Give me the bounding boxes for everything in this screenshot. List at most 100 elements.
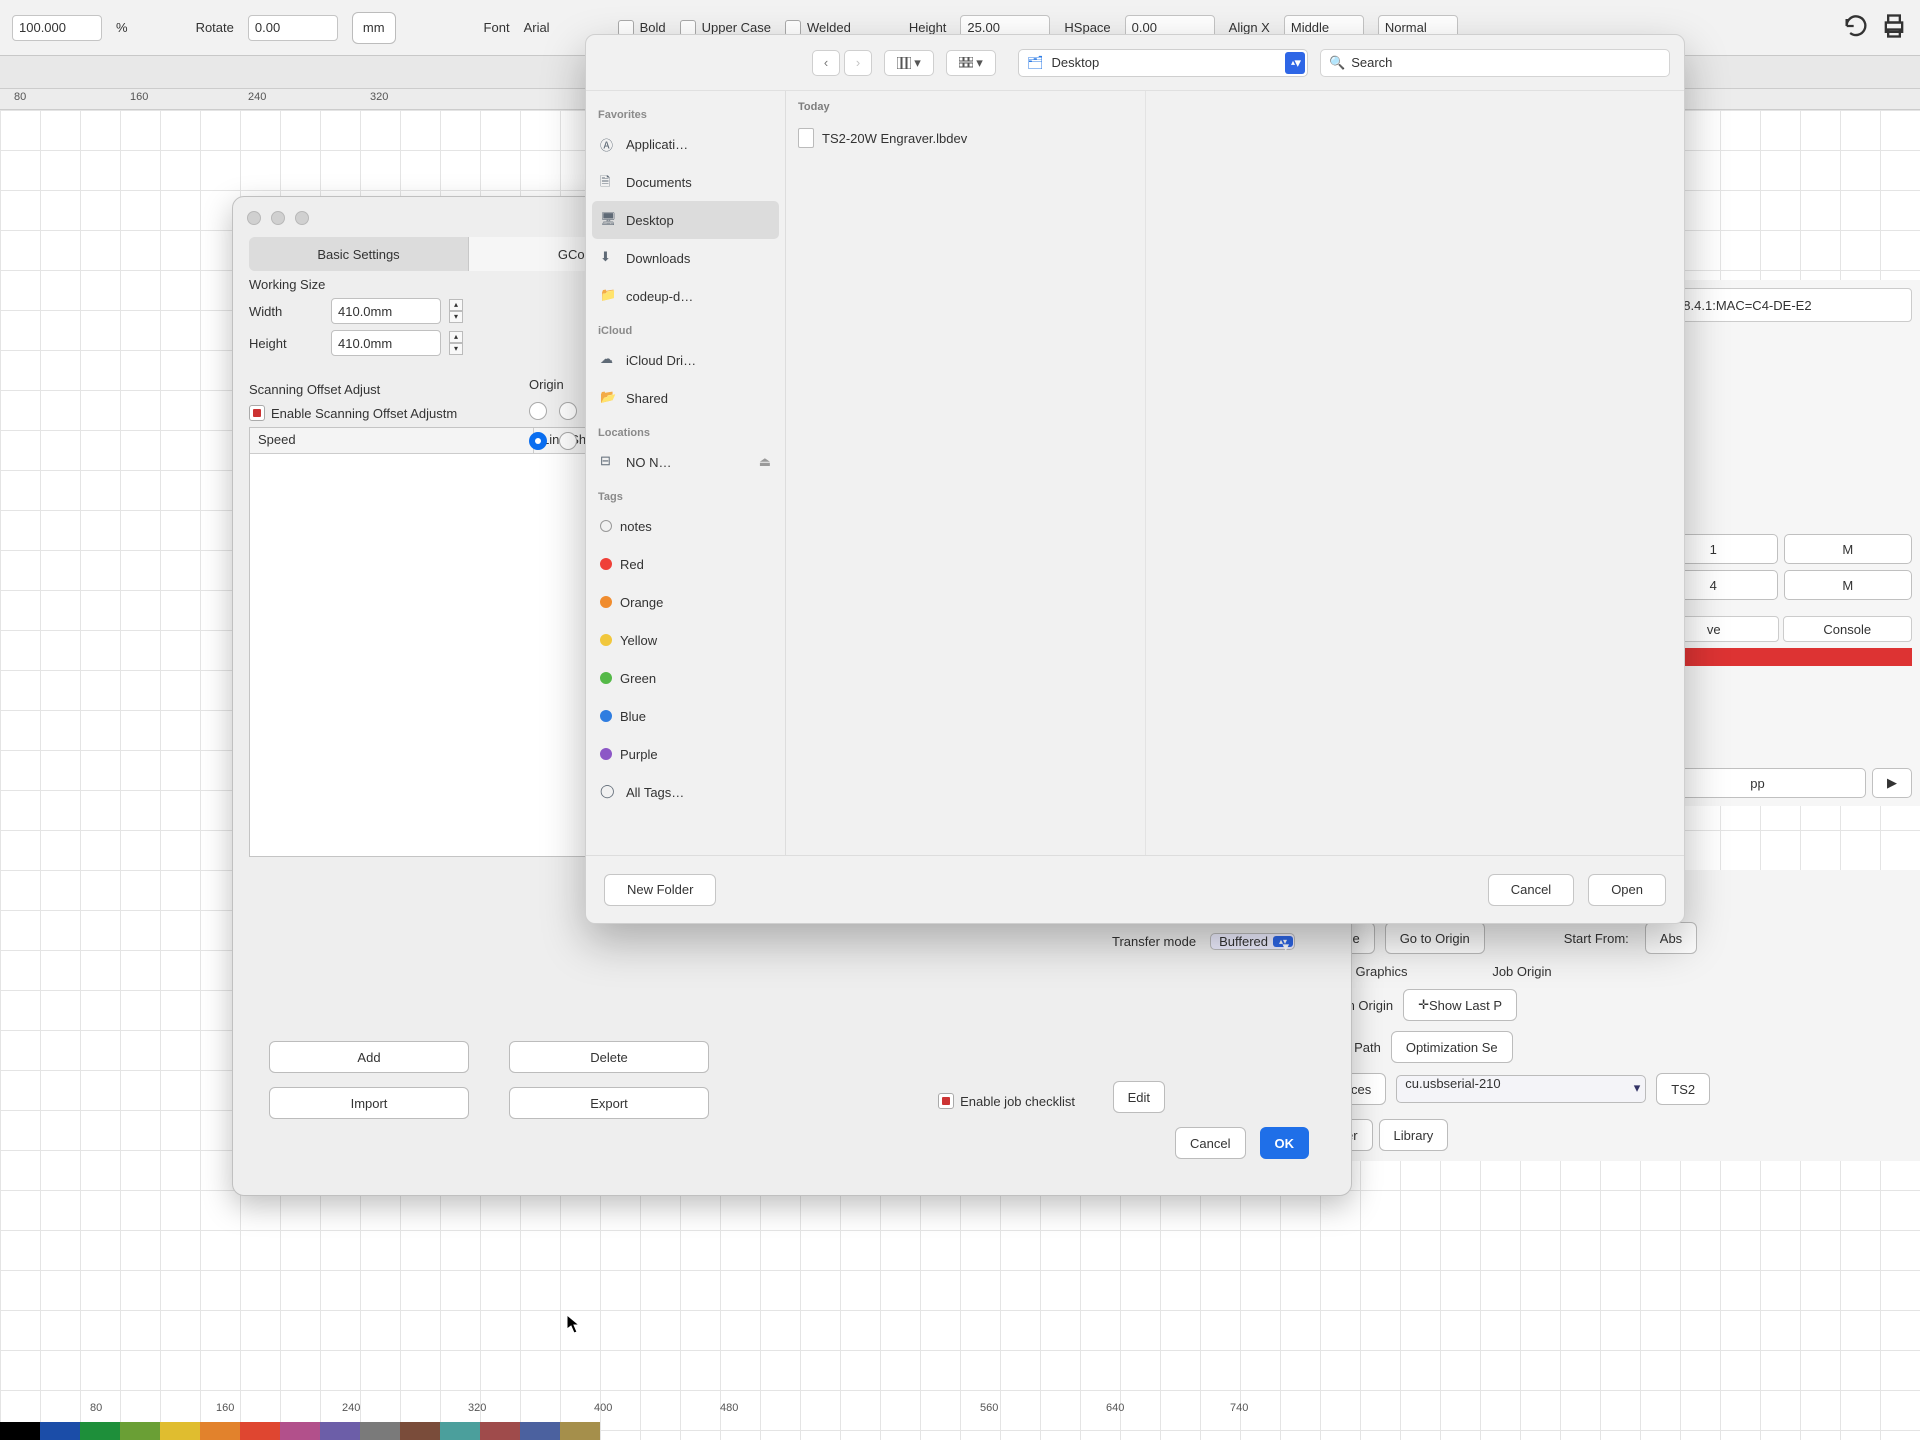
view-columns-button[interactable]: ▾ <box>884 50 934 76</box>
nav-forward-button[interactable]: › <box>844 50 872 76</box>
btn-m1[interactable]: M <box>1784 534 1913 564</box>
height-field[interactable]: 410.0mm <box>331 330 441 356</box>
swatch[interactable] <box>200 1422 240 1440</box>
origin-br[interactable] <box>559 432 577 450</box>
delete-button[interactable]: Delete <box>509 1041 709 1073</box>
label: M <box>1842 542 1853 557</box>
mm-label[interactable]: mm <box>352 12 396 44</box>
swatch[interactable] <box>400 1422 440 1440</box>
tag-blue[interactable]: Blue <box>592 697 779 735</box>
tab-library[interactable]: Library <box>1379 1119 1449 1151</box>
swatch[interactable] <box>120 1422 160 1440</box>
import-button[interactable]: Import <box>269 1087 469 1119</box>
folder-icon: 📁 <box>600 287 618 305</box>
swatch[interactable] <box>160 1422 200 1440</box>
cancel-button[interactable]: Cancel <box>1175 1127 1245 1159</box>
locations-header: Locations <box>598 427 773 439</box>
tag-orange[interactable]: Orange <box>592 583 779 621</box>
ok-button[interactable]: OK <box>1260 1127 1310 1159</box>
tool-icons <box>1842 12 1908 43</box>
sidebar-item-applications[interactable]: ⒶApplicati… <box>592 125 779 163</box>
label: TS2 <box>1671 1082 1695 1097</box>
document-icon <box>798 128 814 148</box>
tag-yellow[interactable]: Yellow <box>592 621 779 659</box>
alignx-value: Middle <box>1291 20 1329 35</box>
swatch[interactable] <box>0 1422 40 1440</box>
nav-back-button[interactable]: ‹ <box>812 50 840 76</box>
tag-purple[interactable]: Purple <box>592 735 779 773</box>
tag-red[interactable]: Red <box>592 545 779 583</box>
job-origin-label: Job Origin <box>1418 964 1558 979</box>
swatch[interactable] <box>320 1422 360 1440</box>
origin-tr[interactable] <box>559 402 577 420</box>
play-button[interactable]: ▶ <box>1872 768 1912 798</box>
label: M <box>1842 578 1853 593</box>
eject-icon[interactable]: ⏏ <box>759 454 771 470</box>
tag-green[interactable]: Green <box>592 659 779 697</box>
swatch[interactable] <box>40 1422 80 1440</box>
swatch[interactable] <box>440 1422 480 1440</box>
aligny-value: Normal <box>1385 20 1427 35</box>
show-last-button[interactable]: ✛ Show Last P <box>1403 989 1517 1021</box>
all-tags[interactable]: ◯All Tags… <box>592 773 779 811</box>
file-item[interactable]: TS2-20W Engraver.lbdev <box>798 123 1133 153</box>
height-stepper[interactable]: ▴▾ <box>449 331 463 355</box>
swatch[interactable] <box>240 1422 280 1440</box>
go-origin-button[interactable]: Go to Origin <box>1385 922 1485 954</box>
origin-bl[interactable] <box>529 432 547 450</box>
add-button[interactable]: Add <box>269 1041 469 1073</box>
min-dot[interactable] <box>271 211 285 225</box>
swatch[interactable] <box>80 1422 120 1440</box>
port-select[interactable]: cu.usbserial-210 <box>1396 1075 1646 1103</box>
sidebar-item-desktop[interactable]: 🖥Desktop <box>592 201 779 239</box>
start-from-value[interactable]: Abs <box>1645 922 1697 954</box>
window-controls[interactable] <box>247 211 309 225</box>
swatch[interactable] <box>360 1422 400 1440</box>
scale-field[interactable]: 100.000 <box>12 15 102 41</box>
width-stepper[interactable]: ▴▾ <box>449 299 463 323</box>
btn-m2[interactable]: M <box>1784 570 1913 600</box>
tab-console[interactable]: Console <box>1783 616 1913 642</box>
swatch[interactable] <box>520 1422 560 1440</box>
optimization-button[interactable]: Optimization Se <box>1391 1031 1513 1063</box>
tag-notes[interactable]: notes <box>592 507 779 545</box>
edit-button[interactable]: Edit <box>1113 1081 1165 1113</box>
export-button[interactable]: Export <box>509 1087 709 1119</box>
rotate-field[interactable]: 0.00 <box>248 15 338 41</box>
close-dot[interactable] <box>247 211 261 225</box>
swatch[interactable] <box>560 1422 600 1440</box>
view-grid-button[interactable]: ▾ <box>946 50 996 76</box>
label: Import <box>351 1096 388 1111</box>
hspace-value: 0.00 <box>1132 20 1157 35</box>
swatch[interactable] <box>480 1422 520 1440</box>
color-swatches[interactable] <box>0 1422 1920 1440</box>
search-field[interactable]: 🔍 Search <box>1320 49 1670 77</box>
cancel-button[interactable]: Cancel <box>1488 874 1574 906</box>
hspace-label: HSpace <box>1064 20 1110 35</box>
origin-tl[interactable] <box>529 402 547 420</box>
new-folder-button[interactable]: New Folder <box>604 874 716 906</box>
sidebar-item-disk[interactable]: ⊟NO N…⏏ <box>592 443 779 481</box>
sidebar-item-folder[interactable]: 📁codeup-d… <box>592 277 779 315</box>
device-name-button[interactable]: TS2 <box>1656 1073 1710 1105</box>
sidebar-item-shared[interactable]: 📂Shared <box>592 379 779 417</box>
label: Optimization Se <box>1406 1040 1498 1055</box>
sidebar-item-icloud-drive[interactable]: ☁iCloud Dri… <box>592 341 779 379</box>
checkbox-box <box>938 1093 954 1109</box>
documents-icon: 🗎 <box>600 173 618 191</box>
downloads-icon: ⬇ <box>600 249 618 267</box>
width-field[interactable]: 410.0mm <box>331 298 441 324</box>
print-icon[interactable] <box>1880 12 1908 43</box>
refresh-icon[interactable] <box>1842 12 1870 43</box>
job-checklist-checkbox[interactable]: Enable job checklist <box>938 1093 1075 1109</box>
location-dropdown[interactable]: 🗂 Desktop ▴▾ <box>1018 49 1308 77</box>
tab-basic-settings[interactable]: Basic Settings <box>249 237 469 271</box>
sidebar-item-documents[interactable]: 🗎Documents <box>592 163 779 201</box>
label: Cancel <box>1190 1136 1230 1151</box>
open-button[interactable]: Open <box>1588 874 1666 906</box>
tag-dot <box>600 558 612 570</box>
swatch[interactable] <box>280 1422 320 1440</box>
transfer-value: Buffered <box>1219 934 1268 949</box>
sidebar-item-downloads[interactable]: ⬇Downloads <box>592 239 779 277</box>
zoom-dot[interactable] <box>295 211 309 225</box>
